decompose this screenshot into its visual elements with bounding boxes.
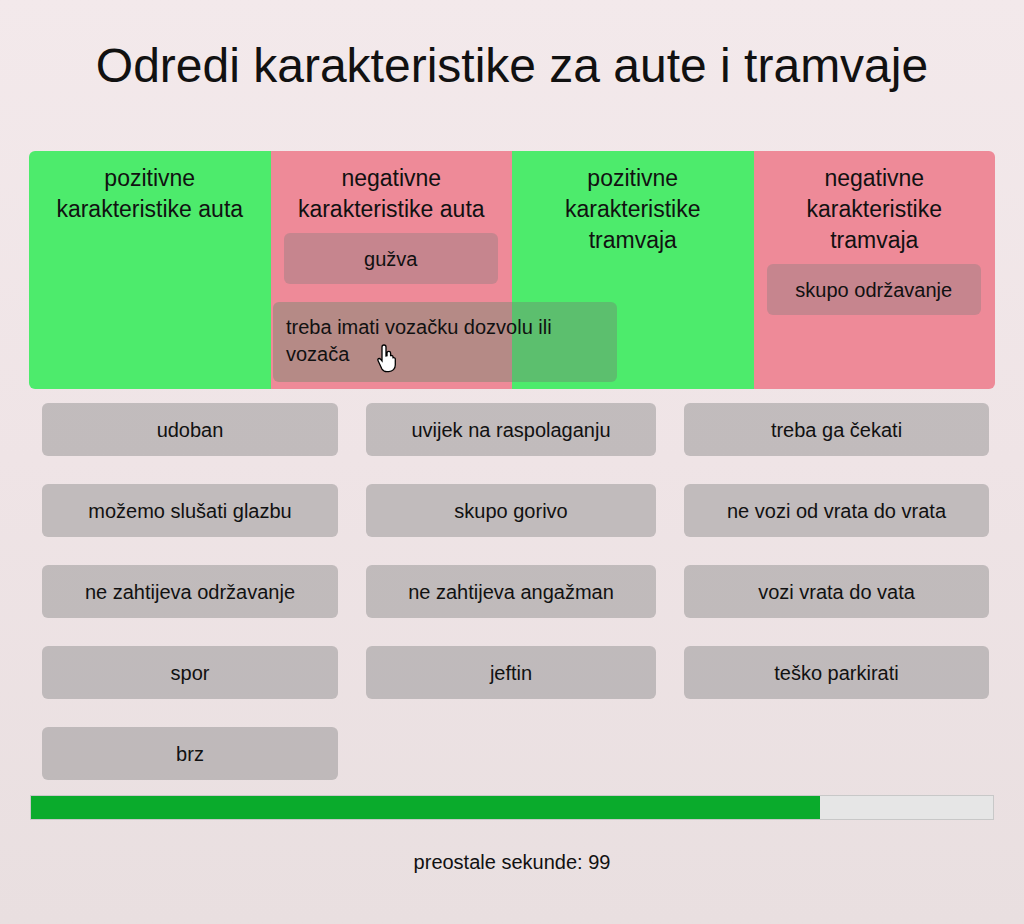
draggable-item[interactable]: spor bbox=[42, 646, 338, 699]
draggable-item[interactable]: teško parkirati bbox=[684, 646, 989, 699]
progress-fill bbox=[31, 796, 820, 819]
draggable-item[interactable]: ne zahtijeva angažman bbox=[366, 565, 656, 618]
draggable-item[interactable]: brz bbox=[42, 727, 338, 780]
hand-cursor-icon bbox=[376, 343, 400, 373]
draggable-item[interactable]: možemo slušati glazbu bbox=[42, 484, 338, 537]
category-label: pozitivne karakteristike tramvaja bbox=[512, 163, 754, 256]
category-panel: pozitivne karakteristike autanegativne k… bbox=[29, 151, 995, 389]
draggable-item[interactable]: jeftin bbox=[366, 646, 656, 699]
category-label: negativne karakteristike auta bbox=[271, 163, 513, 225]
category-label: pozitivne karakteristike auta bbox=[29, 163, 271, 225]
dragged-item[interactable]: treba imati vozačku dozvolu ili vozača bbox=[273, 302, 617, 382]
draggable-item[interactable]: skupo gorivo bbox=[366, 484, 656, 537]
placed-item[interactable]: skupo održavanje bbox=[767, 264, 982, 315]
draggable-item[interactable]: vozi vrata do vata bbox=[684, 565, 989, 618]
timer: preostale sekunde: 99 bbox=[0, 847, 1024, 877]
draggable-item[interactable]: ne vozi od vrata do vrata bbox=[684, 484, 989, 537]
draggable-item[interactable]: treba ga čekati bbox=[684, 403, 989, 456]
item-pool: udoban uvijek na raspolaganju treba ga ček… bbox=[42, 403, 988, 780]
category-label: negativne karakteristike tramvaja bbox=[754, 163, 996, 256]
progress-track bbox=[30, 795, 994, 820]
draggable-item[interactable]: udoban bbox=[42, 403, 338, 456]
title: Odredi karakteristike za aute i tramvaje bbox=[0, 0, 1024, 151]
draggable-item[interactable]: ne zahtijeva održavanje bbox=[42, 565, 338, 618]
category-column[interactable]: negativne karakteristike tramvaja skupo o… bbox=[754, 151, 996, 389]
placed-item[interactable]: gužva bbox=[284, 233, 499, 284]
category-column[interactable]: pozitivne karakteristike auta bbox=[29, 151, 271, 389]
draggable-item[interactable]: uvijek na raspolaganju bbox=[366, 403, 656, 456]
